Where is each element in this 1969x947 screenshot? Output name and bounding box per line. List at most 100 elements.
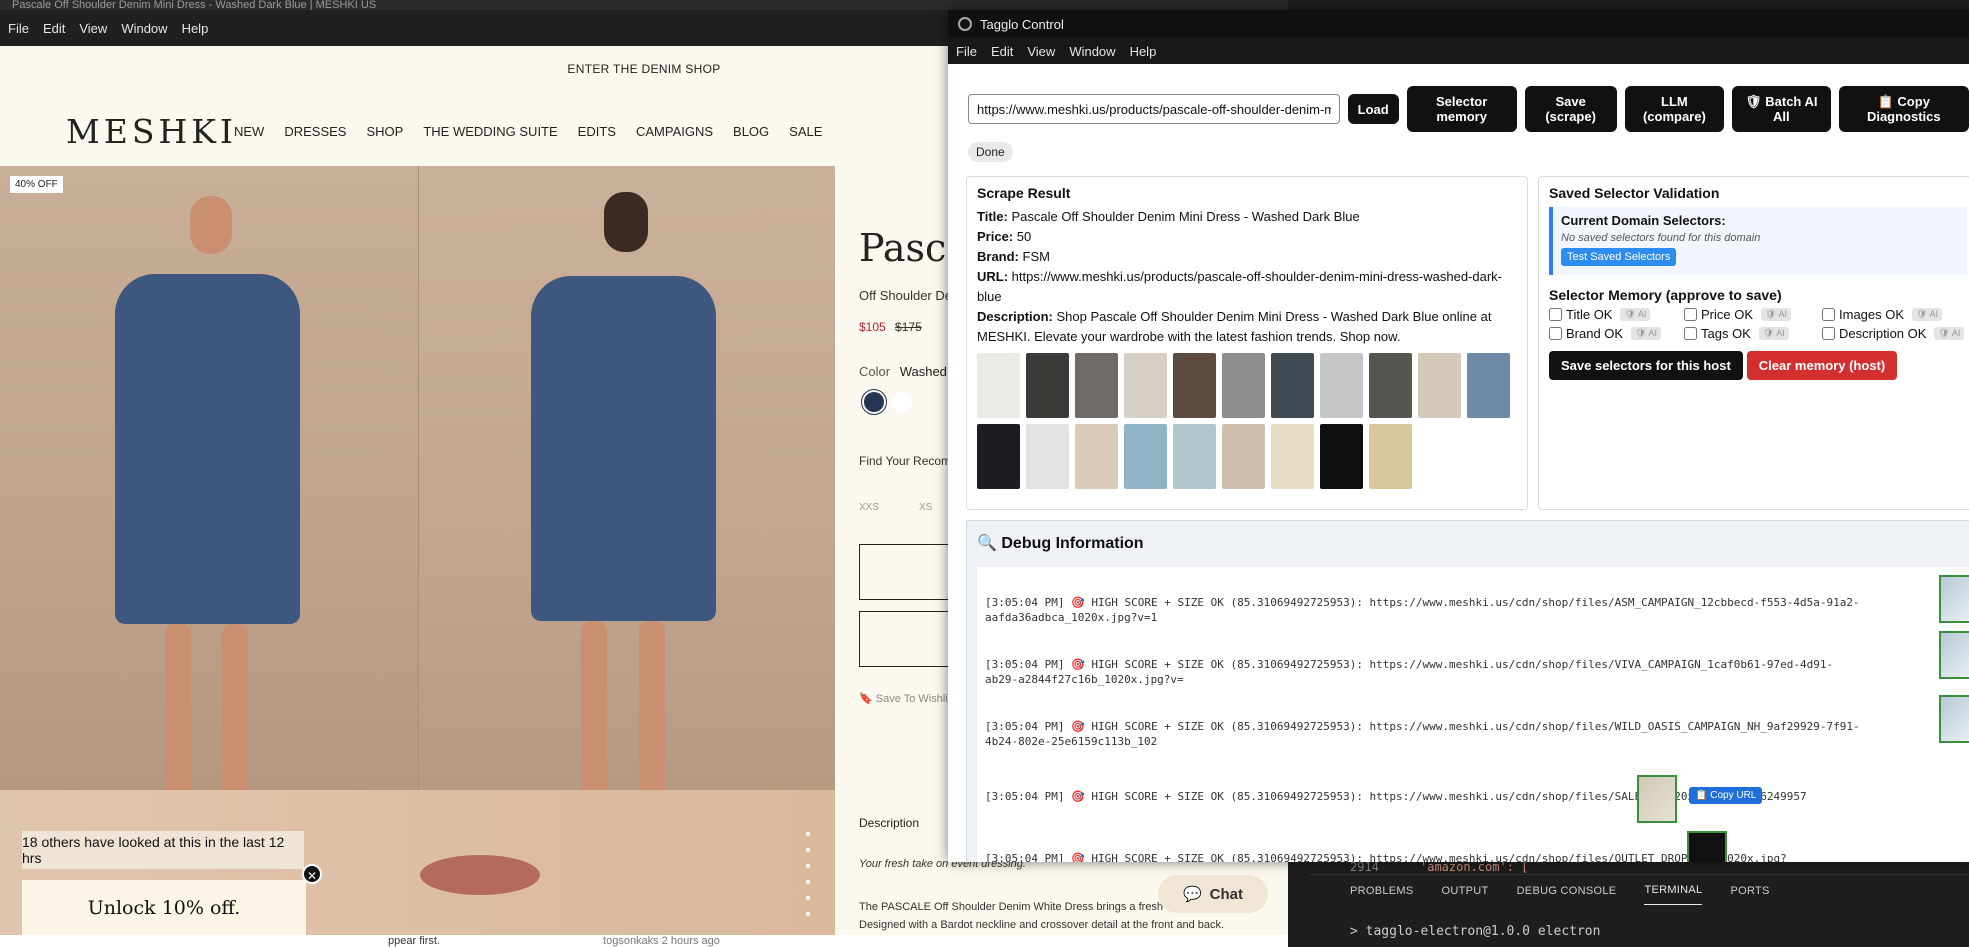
dress-shape (531, 276, 716, 621)
product-image-back[interactable] (418, 166, 835, 801)
scraped-image-grid (977, 353, 1517, 489)
scraped-image-thumb[interactable] (1026, 353, 1069, 418)
menu-window[interactable]: Window (1069, 44, 1115, 59)
nav-new[interactable]: NEW (234, 124, 264, 139)
selector-memory-button[interactable]: Selector memory (1406, 86, 1517, 132)
log-image-thumb[interactable] (1687, 831, 1727, 862)
scraped-image-thumb[interactable] (1369, 353, 1412, 418)
description-checkbox[interactable] (1822, 327, 1835, 340)
check-label: Description OK (1839, 326, 1927, 341)
menu-help[interactable]: Help (182, 21, 209, 36)
check-images[interactable]: Images OK 🛡 AI (1822, 307, 1969, 322)
scraped-image-thumb[interactable] (1026, 424, 1069, 489)
log-image-thumb[interactable] (1939, 631, 1969, 679)
save-selectors-button[interactable]: Save selectors for this host (1549, 351, 1743, 380)
browser-title: Pascale Off Shoulder Denim Mini Dress - … (0, 0, 1288, 10)
tab-problems[interactable]: PROBLEMS (1350, 877, 1414, 905)
clear-memory-button[interactable]: Clear memory (host) (1746, 351, 1898, 380)
debug-log[interactable]: [3:05:04 PM] 🎯 HIGH SCORE + SIZE OK (85.… (977, 567, 1969, 862)
scraped-image-thumb[interactable] (1222, 424, 1265, 489)
description-heading[interactable]: Description (859, 816, 919, 830)
batch-ai-button[interactable]: 🛡 Batch AI All (1732, 86, 1831, 132)
scraped-image-thumb[interactable] (1467, 353, 1510, 418)
carousel-dots[interactable] (806, 832, 810, 928)
check-title[interactable]: Title OK 🛡 AI (1549, 307, 1684, 322)
scrape-url: https://www.meshki.us/products/pascale-o… (977, 269, 1503, 304)
close-icon[interactable]: ✕ (302, 864, 322, 884)
scraped-image-thumb[interactable] (1075, 353, 1118, 418)
llm-compare-button[interactable]: LLM (compare) (1624, 86, 1725, 132)
tab-ports[interactable]: PORTS (1730, 877, 1769, 905)
save-scrape-button[interactable]: Save (scrape) (1524, 86, 1617, 132)
menu-help[interactable]: Help (1130, 44, 1157, 59)
scraped-image-thumb[interactable] (1173, 353, 1216, 418)
ai-chip[interactable]: 🛡 AI (1761, 308, 1791, 321)
product-image-front[interactable] (0, 166, 418, 804)
menu-view[interactable]: View (79, 21, 107, 36)
scraped-image-thumb[interactable] (1173, 424, 1216, 489)
ai-chip[interactable]: 🛡 AI (1934, 327, 1965, 340)
closeup-lips (420, 855, 540, 895)
title-checkbox[interactable] (1549, 308, 1562, 321)
scraped-image-thumb[interactable] (1320, 353, 1363, 418)
copy-url-button[interactable]: 📋 Copy URL (1689, 787, 1763, 804)
menu-window[interactable]: Window (121, 21, 167, 36)
size-recommendation-link[interactable]: Find Your Recomm (859, 454, 961, 468)
load-button[interactable]: Load (1347, 94, 1399, 124)
size-xs[interactable]: XS (919, 502, 932, 513)
price-checkbox[interactable] (1684, 308, 1697, 321)
log-image-thumb[interactable] (1939, 575, 1969, 623)
nav-campaigns[interactable]: CAMPAIGNS (636, 124, 713, 139)
menu-file[interactable]: File (956, 44, 977, 59)
ai-chip[interactable]: 🛡 AI (1912, 308, 1942, 321)
copy-diagnostics-button[interactable]: 📋 Copy Diagnostics (1838, 86, 1969, 132)
editor-panel-tabs: PROBLEMS OUTPUT DEBUG CONSOLE TERMINAL P… (1310, 874, 1969, 906)
scraped-image-thumb[interactable] (1124, 353, 1167, 418)
scraped-image-thumb[interactable] (1271, 353, 1314, 418)
images-checkbox[interactable] (1822, 308, 1835, 321)
scraped-image-thumb[interactable] (1075, 424, 1118, 489)
nav-dresses[interactable]: DRESSES (284, 124, 346, 139)
nav-edits[interactable]: EDITS (578, 124, 616, 139)
menu-edit[interactable]: Edit (43, 21, 65, 36)
log-image-thumb[interactable] (1637, 775, 1677, 823)
check-price[interactable]: Price OK 🛡 AI (1684, 307, 1822, 322)
color-swatch-dark-blue[interactable] (861, 389, 887, 415)
check-description[interactable]: Description OK 🛡 AI (1822, 326, 1969, 341)
tab-output[interactable]: OUTPUT (1442, 877, 1489, 905)
nav-sale[interactable]: SALE (789, 124, 822, 139)
scraped-image-thumb[interactable] (977, 424, 1020, 489)
tags-checkbox[interactable] (1684, 327, 1697, 340)
scraped-image-thumb[interactable] (1418, 353, 1461, 418)
menu-edit[interactable]: Edit (991, 44, 1013, 59)
check-brand[interactable]: Brand OK 🛡 AI (1549, 326, 1684, 341)
comment-strip: ppear first. togsonkaks 2 hours ago (0, 935, 1288, 947)
tab-terminal[interactable]: TERMINAL (1644, 876, 1703, 905)
scraped-image-thumb[interactable] (1320, 424, 1363, 489)
chat-button[interactable]: 💬 Chat (1158, 875, 1268, 913)
site-logo[interactable]: MESHKI (66, 112, 237, 151)
scraped-image-thumb[interactable] (1271, 424, 1314, 489)
nav-wedding-suite[interactable]: THE WEDDING SUITE (423, 124, 557, 139)
scraped-image-thumb[interactable] (977, 353, 1020, 418)
tab-debug-console[interactable]: DEBUG CONSOLE (1517, 877, 1617, 905)
size-xxs[interactable]: XXS (859, 502, 879, 513)
scraped-image-thumb[interactable] (1222, 353, 1265, 418)
url-input[interactable] (968, 94, 1340, 124)
ai-chip[interactable]: 🛡 AI (1758, 327, 1789, 340)
nav-blog[interactable]: BLOG (733, 124, 769, 139)
check-tags[interactable]: Tags OK 🛡 AI (1684, 326, 1822, 341)
scraped-image-thumb[interactable] (1369, 424, 1412, 489)
color-swatch-white[interactable] (892, 392, 912, 412)
ai-chip[interactable]: 🛡 AI (1620, 308, 1651, 321)
test-saved-selectors-button[interactable]: Test Saved Selectors (1561, 248, 1677, 266)
log-image-thumb[interactable] (1939, 695, 1969, 743)
discount-popup[interactable]: Unlock 10% off. (22, 880, 306, 935)
nav-shop[interactable]: SHOP (366, 124, 403, 139)
brand-checkbox[interactable] (1549, 327, 1562, 340)
scraped-image-thumb[interactable] (1124, 424, 1167, 489)
menu-view[interactable]: View (1027, 44, 1055, 59)
ai-chip[interactable]: 🛡 AI (1631, 327, 1662, 340)
menu-file[interactable]: File (8, 21, 29, 36)
wishlist-link[interactable]: 🔖 Save To Wishlis (859, 692, 953, 705)
